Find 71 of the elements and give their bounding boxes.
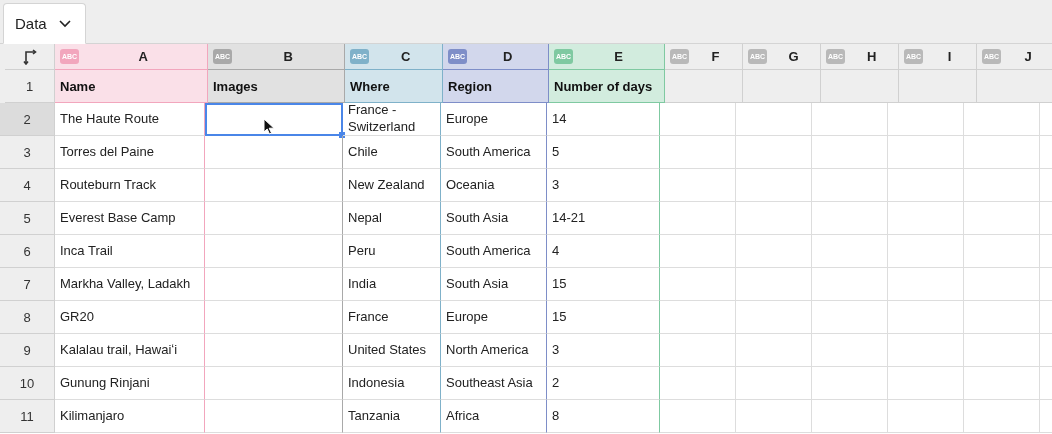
table-cell[interactable]: South Asia xyxy=(441,268,547,301)
table-cell[interactable]: Gunung Rinjani xyxy=(55,367,205,400)
table-cell[interactable]: Kalalau trail, Hawaiʻi xyxy=(55,334,205,367)
table-cell[interactable]: North America xyxy=(441,334,547,367)
mouse-pointer-icon xyxy=(263,118,275,135)
row-number: 5 xyxy=(0,202,55,235)
table-cell[interactable]: New Zealand xyxy=(343,169,441,202)
field-name-cell: Images xyxy=(208,70,345,103)
table-cell[interactable]: Tanzania xyxy=(343,400,441,433)
table-cell[interactable]: 14-21 xyxy=(547,202,660,235)
table-cell[interactable]: Europe xyxy=(441,301,547,334)
table-cell[interactable] xyxy=(205,235,343,268)
table-cell[interactable]: Chile xyxy=(343,136,441,169)
table-cell[interactable]: Europe xyxy=(441,103,547,136)
table-cell[interactable]: France - Switzerland xyxy=(343,103,441,136)
field-name-cell: Name xyxy=(55,70,208,103)
row-number: 2 xyxy=(0,103,55,136)
table-cell[interactable]: Oceania xyxy=(441,169,547,202)
row-number: 9 xyxy=(0,334,55,367)
table-cell[interactable]: 3 xyxy=(547,169,660,202)
table-cell[interactable]: 15 xyxy=(547,268,660,301)
row-number: 4 xyxy=(0,169,55,202)
fill-handle[interactable] xyxy=(339,132,345,138)
table-cell[interactable]: Markha Valley, Ladakh xyxy=(55,268,205,301)
table-cell[interactable] xyxy=(205,334,343,367)
table-cell[interactable]: South America xyxy=(441,136,547,169)
table-cell[interactable] xyxy=(205,400,343,433)
table-cell[interactable] xyxy=(205,301,343,334)
table-cell[interactable]: South America xyxy=(441,235,547,268)
row-number: 3 xyxy=(0,136,55,169)
field-name-cell: Region xyxy=(443,70,549,103)
table-cell[interactable] xyxy=(205,367,343,400)
table-cell[interactable]: Peru xyxy=(343,235,441,268)
table-cell[interactable]: India xyxy=(343,268,441,301)
table-cell[interactable]: 15 xyxy=(547,301,660,334)
field-name-cell: Where xyxy=(345,70,443,103)
table-cell[interactable]: The Haute Route xyxy=(55,103,205,136)
table-cell[interactable]: Nepal xyxy=(343,202,441,235)
table-cell[interactable]: Inca Trail xyxy=(55,235,205,268)
table-cell[interactable]: Torres del Paine xyxy=(55,136,205,169)
row-number: 8 xyxy=(0,301,55,334)
sheet-tab[interactable]: Data xyxy=(3,3,86,44)
table-cell[interactable] xyxy=(205,103,343,136)
row-number: 6 xyxy=(0,235,55,268)
row-number: 1 xyxy=(5,70,55,103)
table-cell[interactable] xyxy=(205,169,343,202)
table-cell[interactable]: GR20 xyxy=(55,301,205,334)
row-number: 11 xyxy=(0,400,55,433)
table-cell[interactable] xyxy=(205,136,343,169)
table-cell[interactable]: Indonesia xyxy=(343,367,441,400)
table-cell[interactable]: 2 xyxy=(547,367,660,400)
row-number: 7 xyxy=(0,268,55,301)
table-cell[interactable]: United States xyxy=(343,334,441,367)
table-cell[interactable]: Kilimanjaro xyxy=(55,400,205,433)
table-cell[interactable]: Everest Base Camp xyxy=(55,202,205,235)
field-name-cell: Number of days xyxy=(549,70,665,103)
table-cell[interactable] xyxy=(205,268,343,301)
table-cell[interactable]: Southeast Asia xyxy=(441,367,547,400)
table-cell[interactable]: 8 xyxy=(547,400,660,433)
table-cell[interactable]: 4 xyxy=(547,235,660,268)
table-cell[interactable]: Routeburn Track xyxy=(55,169,205,202)
table-cell[interactable]: France xyxy=(343,301,441,334)
row-number: 10 xyxy=(0,367,55,400)
chevron-down-icon xyxy=(58,19,71,28)
table-cell[interactable]: South Asia xyxy=(441,202,547,235)
table-cell[interactable]: Africa xyxy=(441,400,547,433)
corner-arrows-icon[interactable] xyxy=(22,48,37,65)
table-cell[interactable]: 5 xyxy=(547,136,660,169)
table-cell[interactable]: 3 xyxy=(547,334,660,367)
table-cell[interactable] xyxy=(205,202,343,235)
table-cell[interactable]: 14 xyxy=(547,103,660,136)
